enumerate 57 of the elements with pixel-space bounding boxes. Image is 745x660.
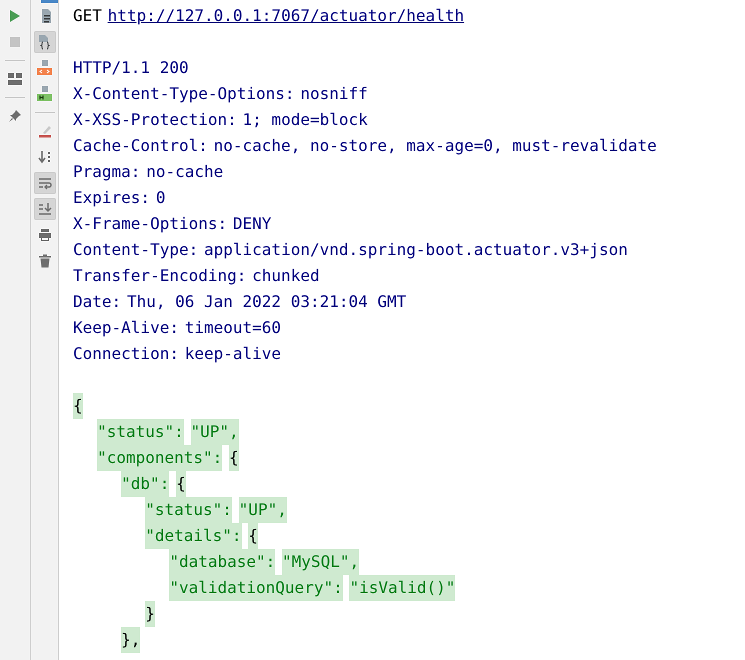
header-value: no-cache [146,161,224,183]
pin-icon[interactable] [8,109,22,123]
json-brace: }, [121,627,140,653]
request-method: GET [73,5,102,27]
header-name: X-XSS-Protection: [73,109,237,131]
eraser-icon [38,124,52,138]
scroll-to-end-icon [38,202,52,216]
json-key: "validationQuery": [169,575,343,601]
header-name: Content-Type: [73,239,198,261]
request-url-link[interactable]: http://127.0.0.1:7067/actuator/health [108,3,464,29]
json-view-button[interactable] [34,31,56,53]
json-brace: { [176,471,186,497]
json-brace: } [145,601,155,627]
json-key: "status": [97,419,184,445]
json-key: "details": [145,523,242,549]
header-value: Thu, 06 Jan 2022 03:21:04 GMT [126,291,406,313]
header-value: keep-alive [184,343,282,365]
run-icon[interactable] [9,9,21,23]
json-value: "UP", [190,419,239,445]
json-key: "components": [97,445,222,471]
header-name: Expires: [73,187,150,209]
header-value: timeout=60 [184,317,282,339]
header-value: nosniff [300,83,368,105]
header-value: chunked [252,265,320,287]
html-document-icon [36,60,52,76]
json-key: "db": [121,471,170,497]
json-value: "isValid()" [349,575,456,601]
json-value: "MySQL", [282,549,360,575]
wrap-view-button[interactable] [34,172,56,194]
header-name: Date: [73,291,122,313]
json-brace: { [73,393,83,419]
header-name: Connection: [73,343,179,365]
h-document-icon [36,86,52,102]
json-key: "status": [145,497,232,523]
wrap-icon [38,176,52,190]
header-name: Cache-Control: [73,135,208,157]
header-name: X-Content-Type-Options: [73,83,295,105]
trash-icon [38,254,50,268]
scroll-view-button[interactable] [34,198,56,220]
header-value: no-cache, no-store, max-age=0, must-revalidate [214,135,657,157]
header-name: Transfer-Encoding: [73,265,246,287]
print-icon [38,228,52,242]
json-brace: { [229,445,239,471]
header-value: DENY [232,213,272,235]
header-value: 0 [156,187,166,209]
json-brace: { [248,523,258,549]
header-name: X-Frame-Options: [73,213,228,235]
header-name: Keep-Alive: [73,317,179,339]
json-key: "database": [169,549,276,575]
down-arrow-icon [38,150,52,164]
json-document-icon [36,34,52,50]
layout-icon[interactable] [8,73,22,85]
status-line: HTTP/1.1 200 [73,57,189,79]
header-value: 1; mode=block [242,109,368,131]
json-value: "UP", [238,497,287,523]
header-value: application/vnd.spring-boot.actuator.v3+json [204,239,628,261]
header-name: Pragma: [73,161,140,183]
